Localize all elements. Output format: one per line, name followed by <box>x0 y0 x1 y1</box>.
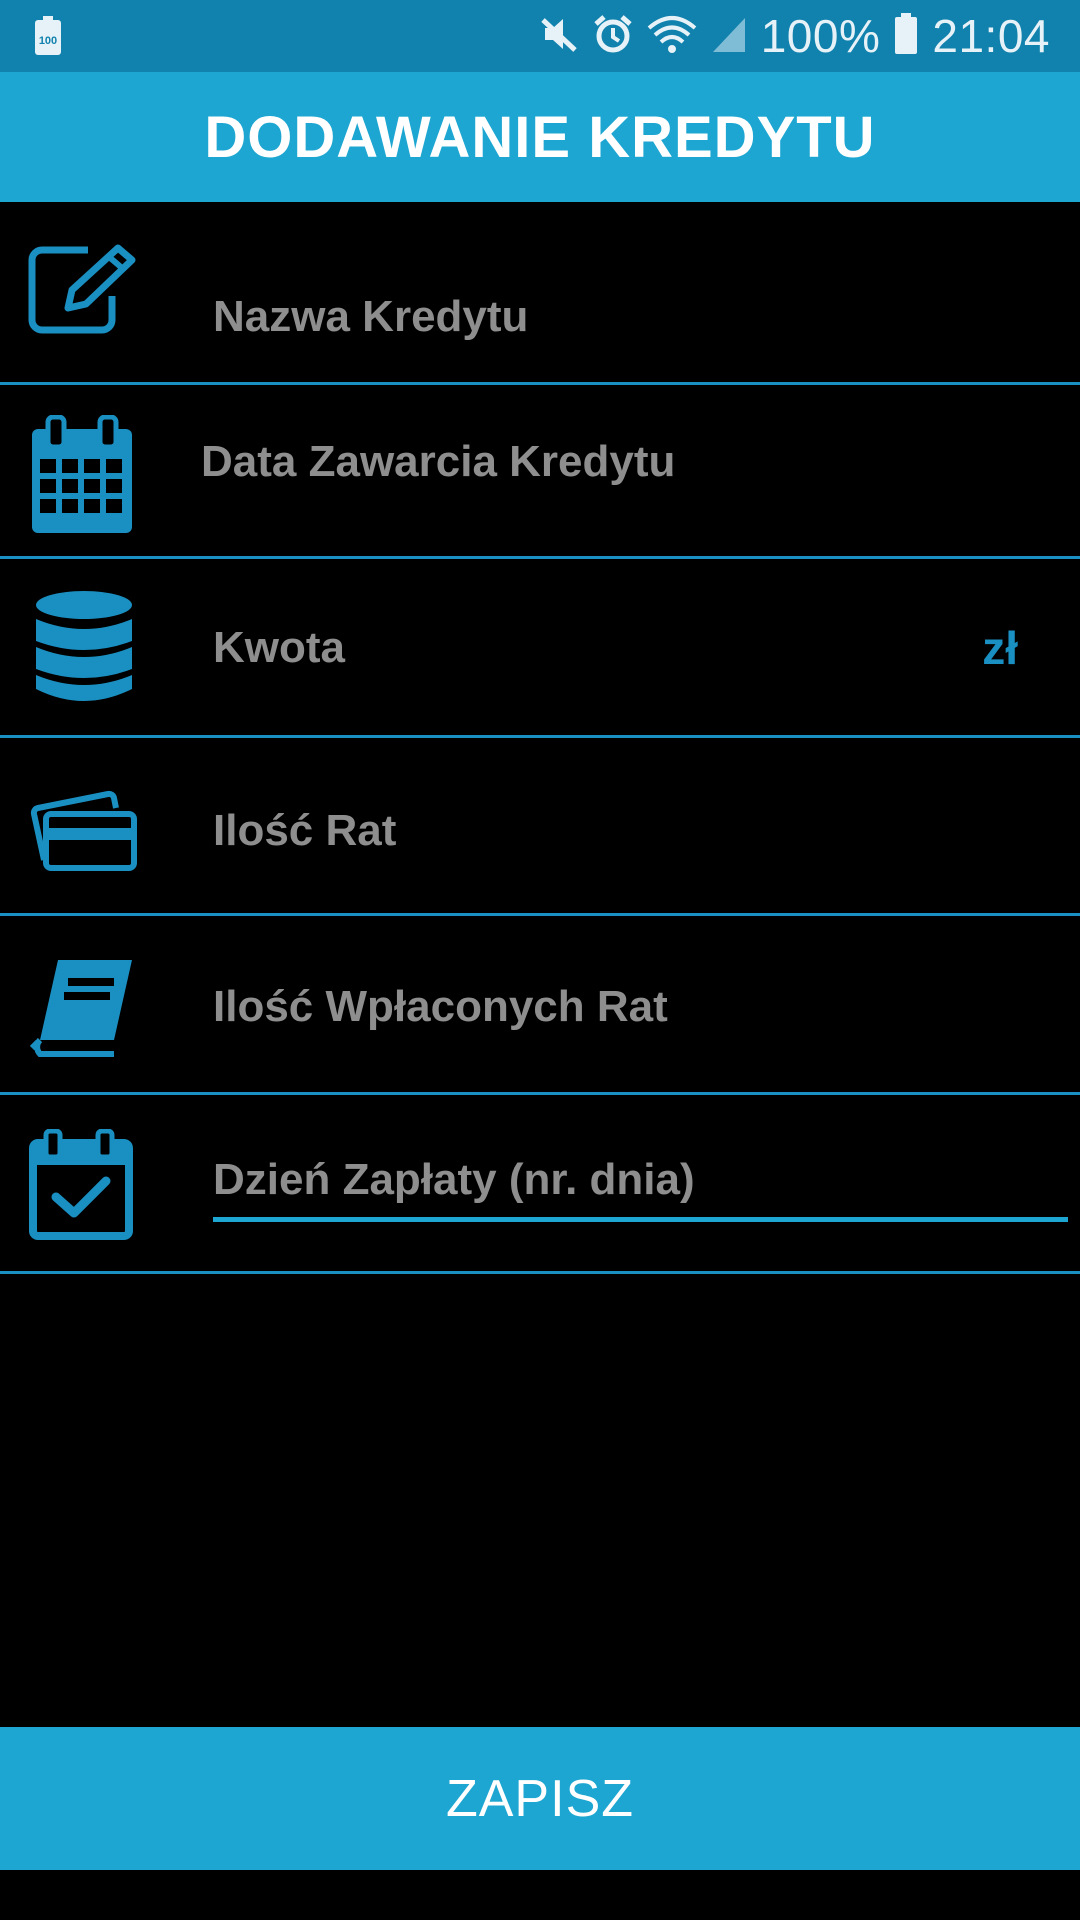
battery-percent: 100% <box>760 10 881 62</box>
amount-label: Kwota <box>213 623 345 672</box>
credit-date-label: Data Zawarcia Kredytu <box>201 437 676 486</box>
status-bar: 100 100% 21:04 <box>0 0 1080 72</box>
installments-field[interactable]: Ilość Rat <box>0 738 1080 916</box>
clock: 21:04 <box>932 10 1050 62</box>
signal-icon <box>711 14 747 59</box>
battery-icon <box>894 12 918 60</box>
installments-label: Ilość Rat <box>213 806 397 855</box>
app-bar: DODAWANIE KREDYTU <box>0 72 1080 202</box>
page-title: DODAWANIE KREDYTU <box>204 104 876 170</box>
paid-installments-field[interactable]: Ilość Wpłaconych Rat <box>0 916 1080 1095</box>
book-icon <box>28 958 140 1063</box>
credit-form: Nazwa Kredytu Data Zawarcia Kredytu Kwot… <box>0 202 1080 1274</box>
save-button-label: ZAPISZ <box>445 1769 635 1828</box>
edit-icon <box>28 244 140 339</box>
mute-icon <box>539 14 579 59</box>
currency-suffix: zł <box>982 622 1018 674</box>
svg-text:100: 100 <box>39 35 57 47</box>
alarm-icon <box>593 14 633 59</box>
credit-name-label: Nazwa Kredytu <box>213 292 529 341</box>
status-icons: 100% 21:04 <box>539 0 1050 72</box>
battery-saver-icon: 100 <box>34 16 62 61</box>
calendar-check-icon <box>28 1128 134 1246</box>
calendar-icon <box>28 414 138 542</box>
credit-name-field[interactable]: Nazwa Kredytu <box>0 202 1080 385</box>
paid-installments-label: Ilość Wpłaconych Rat <box>213 982 668 1031</box>
wifi-icon <box>647 14 697 59</box>
credit-date-field[interactable]: Data Zawarcia Kredytu <box>0 385 1080 559</box>
payment-day-input: Dzień Zapłaty (nr. dnia) <box>213 1155 695 1204</box>
coin-stack-icon <box>28 589 140 712</box>
amount-field[interactable]: Kwota zł <box>0 559 1080 738</box>
input-focus-underline <box>213 1217 1068 1222</box>
payment-day-field[interactable]: Dzień Zapłaty (nr. dnia) <box>0 1095 1080 1274</box>
cards-icon <box>28 788 140 877</box>
save-button[interactable]: ZAPISZ <box>0 1727 1080 1870</box>
